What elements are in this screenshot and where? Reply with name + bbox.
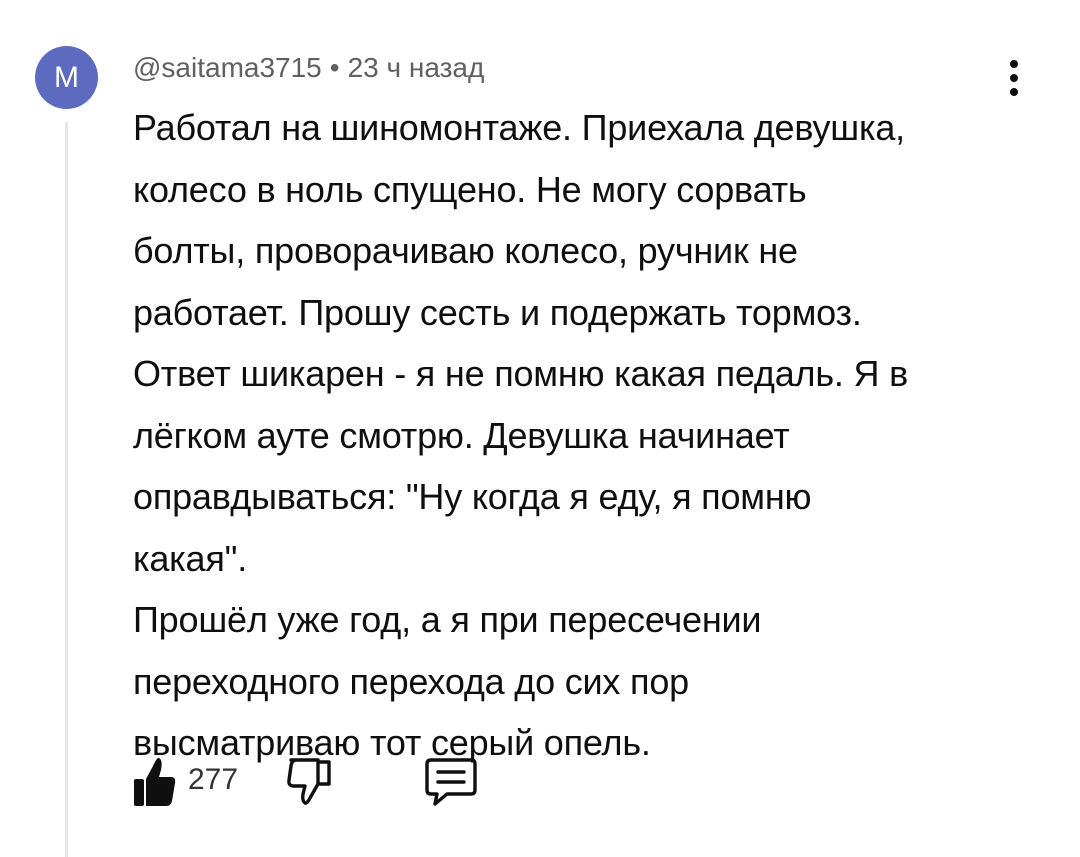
comment-text: Работал на шиномонтаже. Приехала девушка…	[133, 97, 1033, 774]
avatar[interactable]: M	[35, 46, 98, 109]
comment-text-line: Ответ шикарен - я не помню какая педаль.…	[133, 353, 909, 394]
comment-card: M @saitama3715 • 23 ч назад Работал на шин…	[0, 0, 1080, 857]
timestamp[interactable]: 23 ч назад	[348, 52, 485, 83]
more-vertical-icon	[1010, 74, 1018, 82]
comment-text-line: оправдываться: "Ну когда я еду, я помню	[133, 476, 812, 517]
comment-text-line: болты, проворачиваю колесо, ручник не	[133, 230, 798, 271]
like-button[interactable]	[133, 752, 177, 808]
thread-line	[65, 122, 68, 857]
like-count: 277	[188, 763, 239, 796]
reply-button[interactable]	[423, 756, 479, 808]
username[interactable]: @saitama3715	[133, 52, 322, 83]
comment-meta: @saitama3715 • 23 ч назад	[133, 50, 484, 86]
comment-text-line: высматриваю тот серый опель.	[133, 722, 651, 763]
thumbs-down-outline-icon	[287, 758, 331, 805]
comment-text-line: Прошёл уже год, а я при пересечении	[133, 599, 762, 640]
meta-separator: •	[329, 52, 340, 83]
more-options-button[interactable]	[1000, 56, 1030, 100]
reply-comment-icon	[425, 758, 477, 806]
comment-text-line: переходного перехода до сих пор	[133, 660, 689, 702]
dislike-button[interactable]	[285, 752, 337, 812]
comment-text-line: лёгком ауте смотрю. Девушка начинает	[133, 414, 790, 456]
comment-text-line: Работал на шиномонтаже. Приехала девушка…	[133, 107, 905, 148]
comment-text-line: какая".	[133, 537, 248, 579]
thumbs-up-filled-icon	[134, 757, 176, 806]
comment-text-line: колесо в ноль спущено. Не могу сорвать	[133, 168, 807, 210]
more-vertical-icon	[1010, 60, 1018, 68]
comment-text-line: работает. Прошу сесть и подержать тормоз…	[133, 291, 862, 333]
more-vertical-icon	[1010, 88, 1018, 96]
